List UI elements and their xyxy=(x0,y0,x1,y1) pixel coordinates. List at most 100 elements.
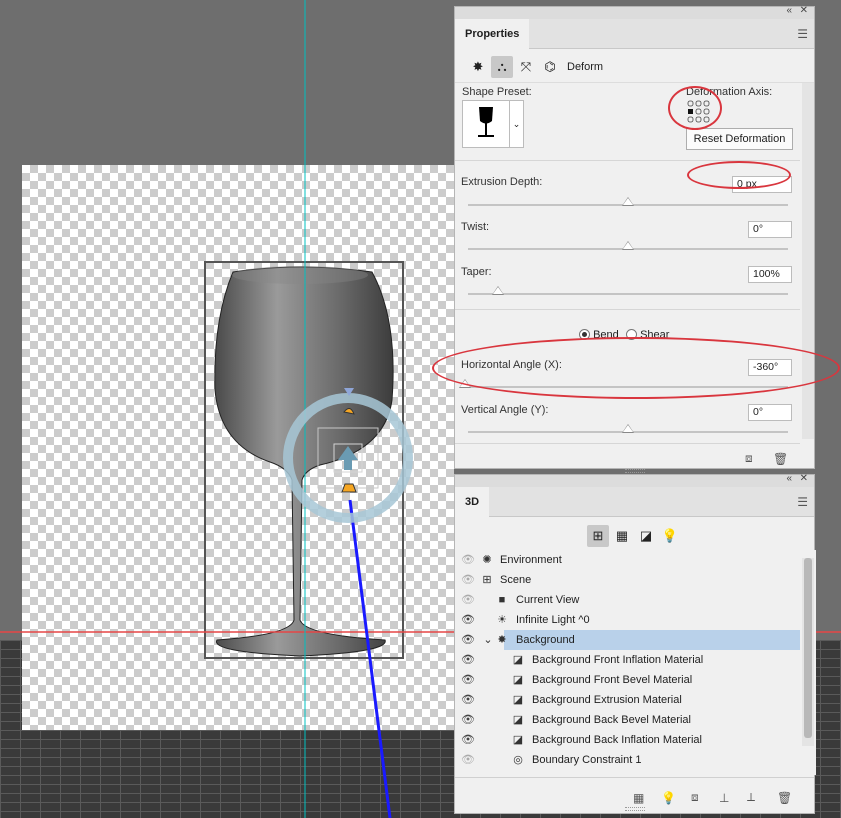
list-item[interactable]: 👁 ◪ Background Front Bevel Material xyxy=(455,670,800,690)
taper-thumb[interactable] xyxy=(492,286,504,295)
add-light-icon[interactable]: 💡 xyxy=(661,791,676,805)
eye-icon[interactable]: 👁 xyxy=(461,690,475,710)
bend-label: Bend xyxy=(593,329,619,341)
collapse-icon[interactable]: « xyxy=(786,5,792,16)
camera-icon: ■ xyxy=(498,594,506,606)
list-item[interactable]: 👁 ⌄ ✸ Background xyxy=(455,630,800,650)
panel-menu-icon[interactable]: ☰ xyxy=(797,27,808,41)
panel-resize-grip[interactable] xyxy=(625,469,645,473)
extrusion-depth-label: Extrusion Depth: xyxy=(461,176,543,188)
horizontal-angle-label: Horizontal Angle (X): xyxy=(461,359,562,371)
material-filter-icon[interactable]: ◪ xyxy=(635,525,657,547)
widget-taper-handle[interactable] xyxy=(341,483,357,493)
list-item[interactable]: 👁 ◪ Background Back Bevel Material xyxy=(455,710,800,730)
horizontal-angle-field[interactable]: -360° xyxy=(748,359,792,376)
eye-icon[interactable]: 👁 xyxy=(461,630,475,650)
list-item[interactable]: 👁 ◪ Background Extrusion Material xyxy=(455,690,800,710)
coordinates-icon[interactable]: ⌬ xyxy=(539,56,561,78)
taper-field[interactable]: 100% xyxy=(748,266,792,283)
twist-field[interactable]: 0° xyxy=(748,221,792,238)
vertical-angle-field[interactable]: 0° xyxy=(748,404,792,421)
eye-icon[interactable]: 👁 xyxy=(461,550,475,570)
wine-glass-mesh[interactable] xyxy=(214,266,394,657)
drop-to-plane-icon[interactable]: ⊥ xyxy=(719,791,729,805)
shear-radio[interactable]: Shear xyxy=(626,327,669,341)
list-item[interactable]: 👁 ◎ Boundary Constraint 1 xyxy=(455,750,800,770)
tab-3d[interactable]: 3D xyxy=(455,487,490,517)
material-icon: ◪ xyxy=(512,694,524,706)
list-item[interactable]: 👁 ⊞ Scene xyxy=(455,570,800,590)
light-filter-icon[interactable]: 💡 xyxy=(659,525,681,547)
environment-icon: ✺ xyxy=(482,554,492,566)
trash-icon[interactable]: 🗑 xyxy=(773,452,788,466)
collapse-icon[interactable]: « xyxy=(786,473,792,484)
horizontal-angle-slider[interactable] xyxy=(468,386,788,388)
properties-panel: « ✕ Properties ☰ ✸ ⛬ ⤧ ⌬ Deform Shape Pr… xyxy=(454,5,816,473)
eye-icon[interactable]: 👁 xyxy=(461,670,475,690)
chevron-down-icon[interactable]: ⌄ xyxy=(481,630,495,650)
material-icon: ◪ xyxy=(512,734,524,746)
panel-menu-icon[interactable]: ☰ xyxy=(797,495,808,509)
twist-label: Twist: xyxy=(461,221,490,233)
shape-preset-thumbnail[interactable] xyxy=(462,100,510,148)
eye-icon[interactable]: 👁 xyxy=(461,610,475,630)
eye-icon[interactable]: 👁 xyxy=(461,750,475,770)
cap-icon[interactable]: ⤧ xyxy=(515,56,537,78)
mesh-icon: ✸ xyxy=(497,634,507,646)
properties-tab-row: Properties ☰ xyxy=(455,19,814,49)
render-icon[interactable]: ⧈ xyxy=(691,790,699,805)
twist-thumb[interactable] xyxy=(622,241,634,250)
scene-icon: ⊞ xyxy=(482,574,492,586)
list-item[interactable]: 👁 ☀ Infinite Light ^0 xyxy=(455,610,800,630)
extrusion-depth-field[interactable]: 0 px xyxy=(732,176,792,193)
panel-resize-grip[interactable] xyxy=(625,807,645,811)
material-icon: ◪ xyxy=(512,654,524,666)
layer-list-scrollbar[interactable] xyxy=(802,558,814,746)
wine-glass-preset-icon xyxy=(478,107,494,137)
eye-icon[interactable]: 👁 xyxy=(461,730,475,750)
deformation-axis-label: Deformation Axis: xyxy=(686,86,773,98)
taper-label: Taper: xyxy=(461,266,492,278)
constraint-icon[interactable]: ⟂ xyxy=(747,790,755,805)
horizontal-angle-thumb[interactable] xyxy=(459,379,471,388)
constraint-icon: ◎ xyxy=(513,754,523,766)
scroll-thumb[interactable] xyxy=(804,558,812,738)
reset-deformation-button[interactable]: Reset Deformation xyxy=(686,128,793,150)
eye-icon[interactable]: 👁 xyxy=(461,570,475,590)
list-item[interactable]: 👁 ✺ Environment xyxy=(455,550,800,570)
infinite-light-icon: ☀ xyxy=(497,614,507,626)
properties-scrollbar[interactable] xyxy=(802,83,814,439)
vertical-angle-thumb[interactable] xyxy=(622,424,634,433)
chevron-down-icon: ⌄ xyxy=(512,119,521,129)
eye-icon[interactable]: 👁 xyxy=(461,650,475,670)
deform-icon[interactable]: ⛬ xyxy=(491,56,513,78)
mode-toolbar: ✸ ⛬ ⤧ ⌬ Deform xyxy=(455,49,814,83)
eye-icon[interactable]: 👁 xyxy=(461,710,475,730)
list-item[interactable]: 👁 ◪ Background Front Inflation Material xyxy=(455,650,800,670)
bend-radio[interactable]: Bend xyxy=(579,327,619,341)
tab-properties[interactable]: Properties xyxy=(455,19,530,49)
vertical-angle-label: Vertical Angle (Y): xyxy=(461,404,549,416)
material-icon: ◪ xyxy=(512,714,524,726)
mesh-filter-icon[interactable]: ▦ xyxy=(611,525,633,547)
render-icon[interactable]: ⧈ xyxy=(745,451,753,466)
list-item[interactable]: 👁 ■ Current View xyxy=(455,590,800,610)
shear-label: Shear xyxy=(640,329,670,341)
trash-icon[interactable]: 🗑 xyxy=(777,791,792,805)
eye-icon[interactable]: 👁 xyxy=(461,590,475,610)
shape-preset-label: Shape Preset: xyxy=(462,86,532,98)
filter-toolbar: ⊞ ▦ ◪ 💡 xyxy=(455,518,816,552)
threed-panel: « ✕ 3D ☰ ⊞ ▦ ◪ 💡 👁 ✺ Environment 👁 ⊞ Sce… xyxy=(454,473,816,814)
shape-preset-dropdown[interactable]: ⌄ xyxy=(510,100,524,148)
layer-list: 👁 ✺ Environment 👁 ⊞ Scene 👁 ■ Current Vi… xyxy=(455,550,816,775)
list-item[interactable]: 👁 ◪ Background Back Inflation Material xyxy=(455,730,800,750)
add-mesh-icon[interactable]: ▦ xyxy=(633,791,644,805)
close-icon[interactable]: ✕ xyxy=(800,5,808,16)
deformation-axis-grid-icon[interactable] xyxy=(687,100,711,124)
properties-body: Shape Preset: ⌄ Deformation Axis: Reset … xyxy=(455,83,816,473)
scene-filter-icon[interactable]: ⊞ xyxy=(587,525,609,547)
taper-slider[interactable] xyxy=(468,293,788,295)
close-icon[interactable]: ✕ xyxy=(800,473,808,484)
extrusion-depth-thumb[interactable] xyxy=(622,197,634,206)
mesh-icon[interactable]: ✸ xyxy=(467,56,489,78)
